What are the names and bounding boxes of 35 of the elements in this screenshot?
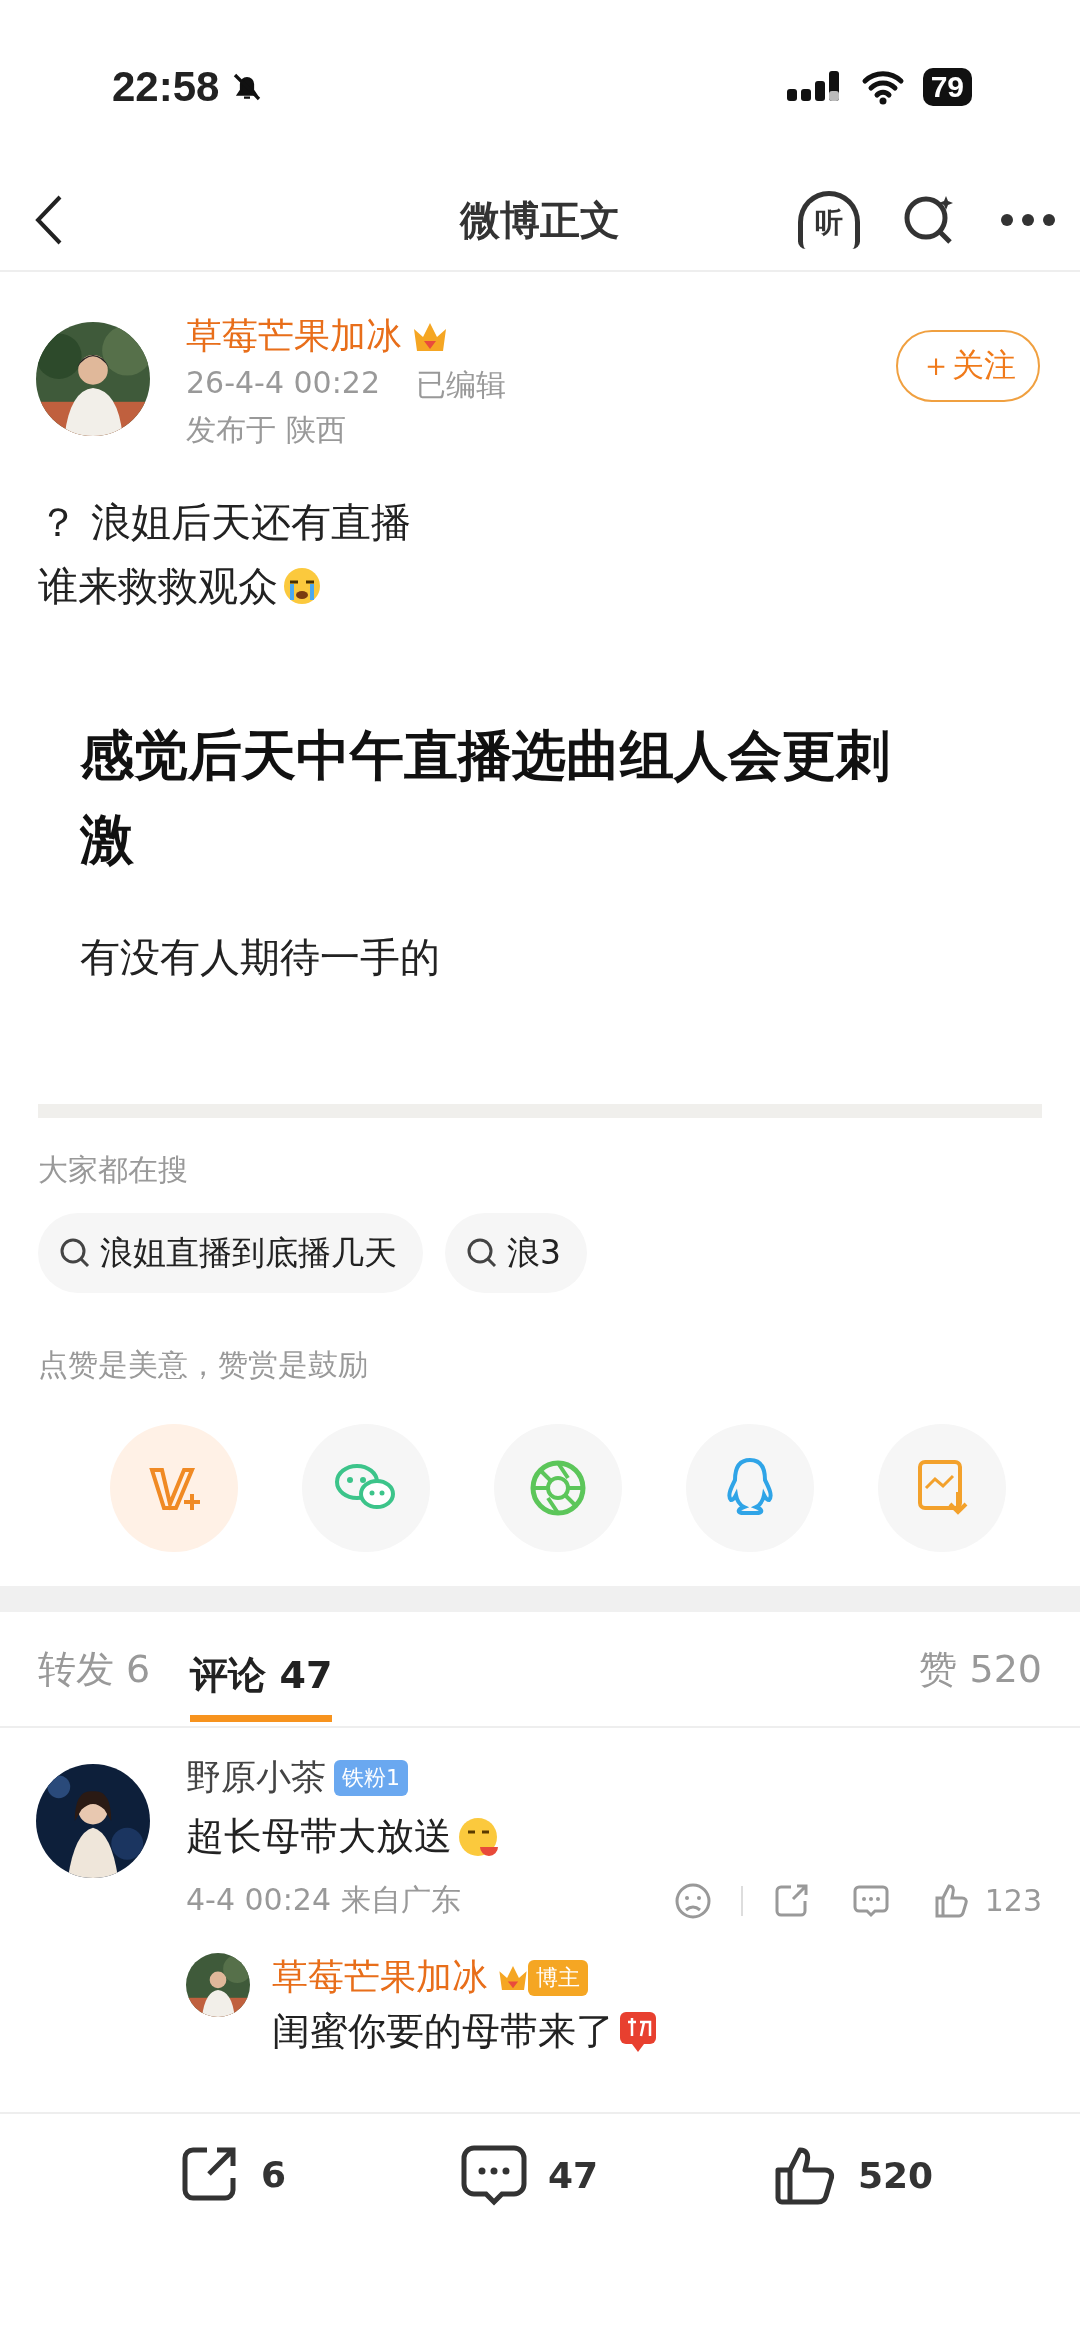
wifi-icon [860,69,905,105]
post-image[interactable]: 感觉后天中午直播选曲组人会更刺激 有没有人期待一手的 [38,648,1042,1118]
back-icon[interactable] [34,193,64,247]
sticker-icon [618,2009,658,2054]
comment-like-count: 123 [984,1883,1042,1918]
post-text-line: 谁来救救观众 [38,562,278,611]
listen-button[interactable]: 听 [798,191,860,249]
tab[interactable]: 评论 47 [190,1640,333,1722]
search-chip[interactable]: 浪3 [445,1213,587,1293]
trending-title: 大家都在搜 [38,1151,189,1189]
search-icon [465,1236,499,1270]
fan-badge: 铁粉1 [334,1759,408,1796]
page-title: 微博正文 [458,195,621,245]
post-timestamp: 26-4-4 00:22 [186,365,380,402]
reward-caption: 点赞是美意，赞赏是鼓励 [38,1346,369,1384]
post-text-line: ？ 浪姐后天还有直播 [38,498,411,547]
crying-emoji-icon [282,566,322,606]
status-time: 22:58 [112,63,220,111]
more-icon[interactable] [1000,212,1056,228]
image-subline: 有没有人期待一手的 [80,933,441,982]
blogger-badge: 博主 [528,1959,588,1996]
comment-meta: 4-4 00:24 来自广东 [186,1881,461,1919]
image-headline: 感觉后天中午直播选曲组人会更刺激 [80,723,891,873]
repost-count: 6 [260,2153,286,2195]
aperture-icon [528,1458,588,1518]
reply-text: 闺蜜你要的母带来了 [272,2008,614,2055]
comment-count: 47 [547,2154,598,2196]
edited-label: 已编辑 [416,366,506,404]
battery-indicator: 79 [922,68,972,106]
like-count: 520 [857,2154,934,2196]
post-location: 发布于 陕西 [186,411,347,449]
comment-text: 超长母带大放送 [186,1813,452,1860]
search-chip[interactable]: 浪姐直播到底播几天 [38,1213,423,1293]
search-icon [58,1236,92,1270]
commenter-name[interactable]: 野原小茶 [186,1754,326,1801]
